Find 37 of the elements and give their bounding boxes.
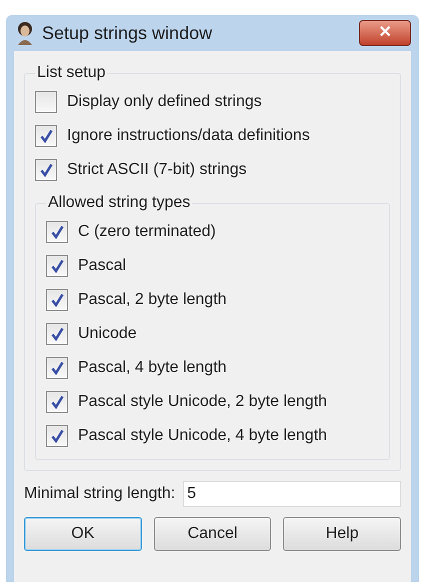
checkbox-label: Strict ASCII (7-bit) strings (67, 160, 247, 180)
checkbox-label: Ignore instructions/data definitions (67, 126, 310, 146)
checkmark-icon (50, 395, 64, 409)
checkbox-label: Pascal, 4 byte length (78, 358, 227, 378)
checkbox[interactable] (46, 323, 68, 345)
checkbox-label: Pascal style Unicode, 4 byte length (78, 426, 328, 446)
checkbox[interactable] (35, 91, 57, 113)
checkbox[interactable] (46, 391, 68, 413)
checkbox[interactable] (35, 159, 57, 181)
checkbox-label: Pascal style Unicode, 2 byte length (78, 392, 328, 412)
checkmark-icon (50, 361, 64, 375)
checkbox[interactable] (46, 221, 68, 243)
checkmark-icon (50, 225, 64, 239)
checkbox[interactable] (46, 357, 68, 379)
checkbox[interactable] (35, 125, 57, 147)
checkbox[interactable] (46, 289, 68, 311)
checkbox-label: Pascal, 2 byte length (78, 290, 227, 310)
field-label: Minimal string length: (24, 484, 176, 504)
group-title: Allowed string types (47, 193, 192, 213)
checkbox-label: Unicode (78, 324, 137, 344)
checkmark-icon (50, 259, 64, 273)
window-title: Setup strings window (42, 22, 214, 45)
checkmark-icon (40, 163, 52, 177)
checkbox-label: Display only defined strings (67, 92, 262, 112)
dialog-button[interactable]: OK (24, 517, 142, 551)
checkbox-label: Pascal (78, 256, 126, 276)
dialog-button[interactable]: Help (283, 517, 402, 551)
group-title: List setup (36, 63, 106, 83)
checkmark-icon (50, 429, 64, 443)
dialog-button[interactable]: Cancel (154, 517, 272, 551)
checkmark-icon (40, 129, 52, 143)
input-field[interactable]: 5 (183, 481, 401, 507)
checkbox-label: C (zero terminated) (78, 222, 216, 242)
checkbox[interactable] (46, 255, 68, 277)
checkmark-icon (50, 293, 64, 307)
checkbox[interactable] (46, 425, 68, 447)
checkmark-icon (50, 327, 64, 341)
